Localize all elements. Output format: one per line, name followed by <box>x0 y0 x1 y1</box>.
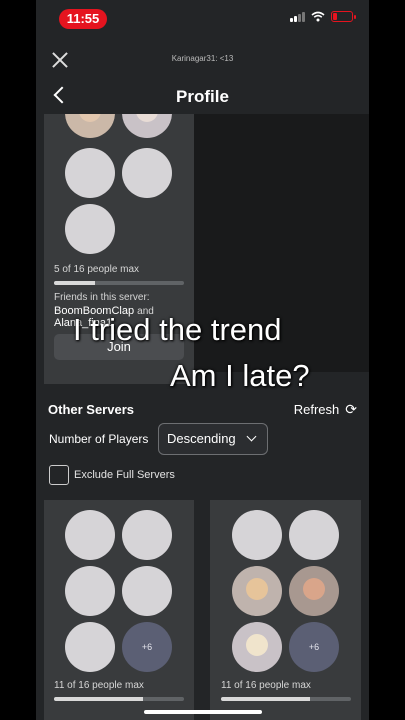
home-indicator[interactable] <box>144 710 262 714</box>
caption-line-2: Am I late? <box>170 358 310 393</box>
capacity-text: 11 of 16 people max <box>54 680 144 691</box>
status-bar: 11:55 <box>36 0 369 38</box>
sort-dropdown[interactable]: Descending <box>158 423 268 455</box>
capacity-text: 5 of 16 people max <box>54 264 140 275</box>
status-icons <box>290 11 356 22</box>
account-label: Karinagar31: <13 <box>171 54 234 63</box>
signal-icon <box>290 11 305 22</box>
page-title: Profile <box>176 87 229 106</box>
battery-icon <box>331 11 356 22</box>
server-list[interactable]: 5 of 16 people max Friends in this serve… <box>36 114 369 720</box>
status-time: 11:55 <box>59 9 107 29</box>
friend-avatar[interactable] <box>122 114 172 138</box>
player-avatar[interactable] <box>232 510 282 560</box>
server-card: +6 11 of 16 people max <box>210 500 361 720</box>
more-players-badge[interactable]: +6 <box>289 622 339 672</box>
player-avatar[interactable] <box>232 566 282 616</box>
filter-label: Number of Players <box>49 432 149 446</box>
refresh-button[interactable]: Refresh ⟳ <box>294 401 357 418</box>
capacity-fill <box>221 697 311 701</box>
capacity-fill <box>54 697 144 701</box>
capacity-text: 11 of 16 people max <box>221 680 311 691</box>
player-avatar[interactable] <box>122 566 172 616</box>
player-avatar[interactable] <box>122 148 172 198</box>
friends-label: Friends in this server: <box>54 292 150 303</box>
friend-avatar[interactable] <box>65 114 115 138</box>
capacity-bar <box>221 697 351 701</box>
server-card: +6 11 of 16 people max <box>44 500 194 720</box>
capacity-bar <box>54 281 184 285</box>
caption-line-1: I tried the trend <box>73 312 282 347</box>
more-players-badge[interactable]: +6 <box>122 622 172 672</box>
wifi-icon <box>311 11 325 22</box>
exclude-full-checkbox[interactable] <box>49 465 69 485</box>
phone-screen: 11:55 Karinagar31: <13 Profile 5 of 16 p… <box>36 0 369 720</box>
exclude-full-label: Exclude Full Servers <box>74 469 175 481</box>
player-avatar[interactable] <box>289 510 339 560</box>
refresh-label: Refresh <box>293 402 340 417</box>
player-avatar[interactable] <box>65 510 115 560</box>
player-avatar[interactable] <box>65 566 115 616</box>
nav-bar: Profile <box>36 80 369 114</box>
player-avatar[interactable] <box>122 510 172 560</box>
refresh-icon: ⟳ <box>345 401 357 417</box>
sort-value: Descending <box>167 431 236 446</box>
player-avatar[interactable] <box>65 204 115 254</box>
player-avatar[interactable] <box>65 148 115 198</box>
player-avatar[interactable] <box>232 622 282 672</box>
chevron-down-icon <box>246 431 257 442</box>
capacity-fill <box>54 281 95 285</box>
player-avatar[interactable] <box>289 566 339 616</box>
section-title: Other Servers <box>48 402 134 417</box>
capacity-bar <box>54 697 184 701</box>
player-avatar[interactable] <box>65 622 115 672</box>
top-bar: Karinagar31: <13 <box>36 42 369 78</box>
